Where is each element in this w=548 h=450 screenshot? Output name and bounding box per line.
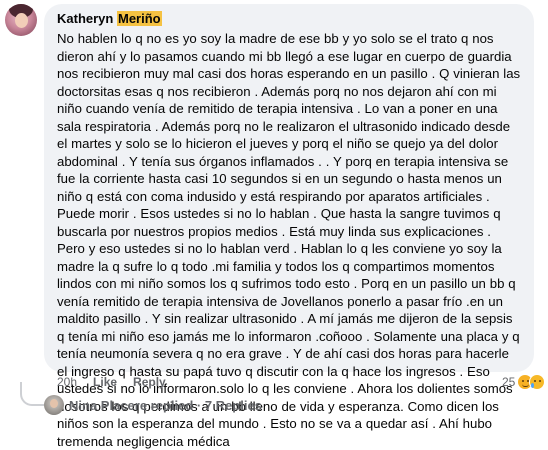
author-first-name[interactable]: Katheryn [57, 11, 113, 26]
reply-button[interactable]: Reply [133, 375, 166, 389]
reaction-count[interactable]: 25 [502, 375, 515, 389]
reaction-summary[interactable]: 25 [502, 372, 546, 392]
author-last-name-highlighted[interactable]: Meriño [116, 11, 162, 26]
comment-timestamp[interactable]: 20h [57, 375, 77, 389]
comment-actions: 20h Like Reply [57, 374, 182, 390]
comment-bubble: Katheryn Meriño No hablen lo q no es yo … [44, 4, 534, 449]
avatar-face [15, 13, 28, 28]
like-button[interactable]: Like [93, 375, 117, 389]
comment-author-name[interactable]: Katheryn Meriño [57, 10, 522, 28]
view-replies-link[interactable]: Nina Placere replied · 7 Replies [44, 395, 262, 415]
author-avatar[interactable] [5, 4, 37, 36]
replier-avatar [44, 395, 64, 415]
replies-label[interactable]: Nina Placere replied · 7 Replies [69, 398, 262, 413]
sad-emoji-icon [529, 374, 546, 390]
reply-thread-connector [20, 382, 44, 406]
